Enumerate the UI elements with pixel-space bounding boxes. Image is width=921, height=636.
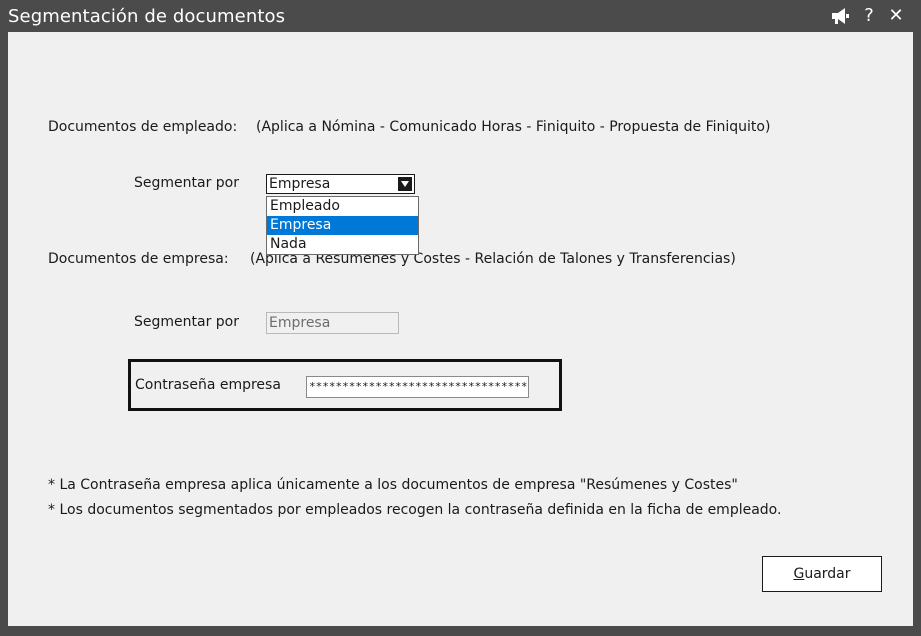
employee-docs-applies: (Aplica a Nómina - Comunicado Horas - Fi… [256, 119, 771, 135]
employee-segment-dropdown: Empleado Empresa Nada [266, 196, 419, 255]
employee-segment-select[interactable]: Empresa [266, 174, 415, 194]
company-segment-field: Empresa [266, 312, 399, 334]
company-password-input[interactable]: ************************************ [306, 376, 529, 398]
company-segment-value: Empresa [269, 315, 331, 331]
title-bar: Segmentación de documentos ? ✕ [0, 0, 921, 32]
help-icon[interactable]: ? [858, 5, 880, 27]
employee-segment-value: Empresa [269, 176, 331, 192]
dropdown-option-empresa[interactable]: Empresa [267, 216, 418, 235]
save-button[interactable]: Guardar [762, 556, 882, 592]
close-icon[interactable]: ✕ [885, 5, 907, 27]
employee-segment-label: Segmentar por [134, 175, 239, 191]
note-employee-password: * Los documentos segmentados por emplead… [48, 502, 782, 518]
dropdown-option-nada[interactable]: Nada [267, 235, 418, 254]
dropdown-option-empleado[interactable]: Empleado [267, 197, 418, 216]
save-button-accel: G [793, 566, 805, 582]
chevron-down-icon[interactable] [398, 177, 412, 191]
dialog-body: Documentos de empleado: (Aplica a Nómina… [8, 32, 913, 626]
window-title: Segmentación de documentos [8, 6, 286, 27]
company-docs-label: Documentos de empresa: [48, 251, 229, 267]
save-button-label: uardar [804, 566, 851, 582]
company-segment-label: Segmentar por [134, 314, 239, 330]
note-company-password: * La Contraseña empresa aplica únicament… [48, 477, 738, 493]
company-password-label: Contraseña empresa [135, 377, 281, 393]
megaphone-icon[interactable] [829, 5, 851, 27]
employee-docs-label: Documentos de empleado: [48, 119, 238, 135]
